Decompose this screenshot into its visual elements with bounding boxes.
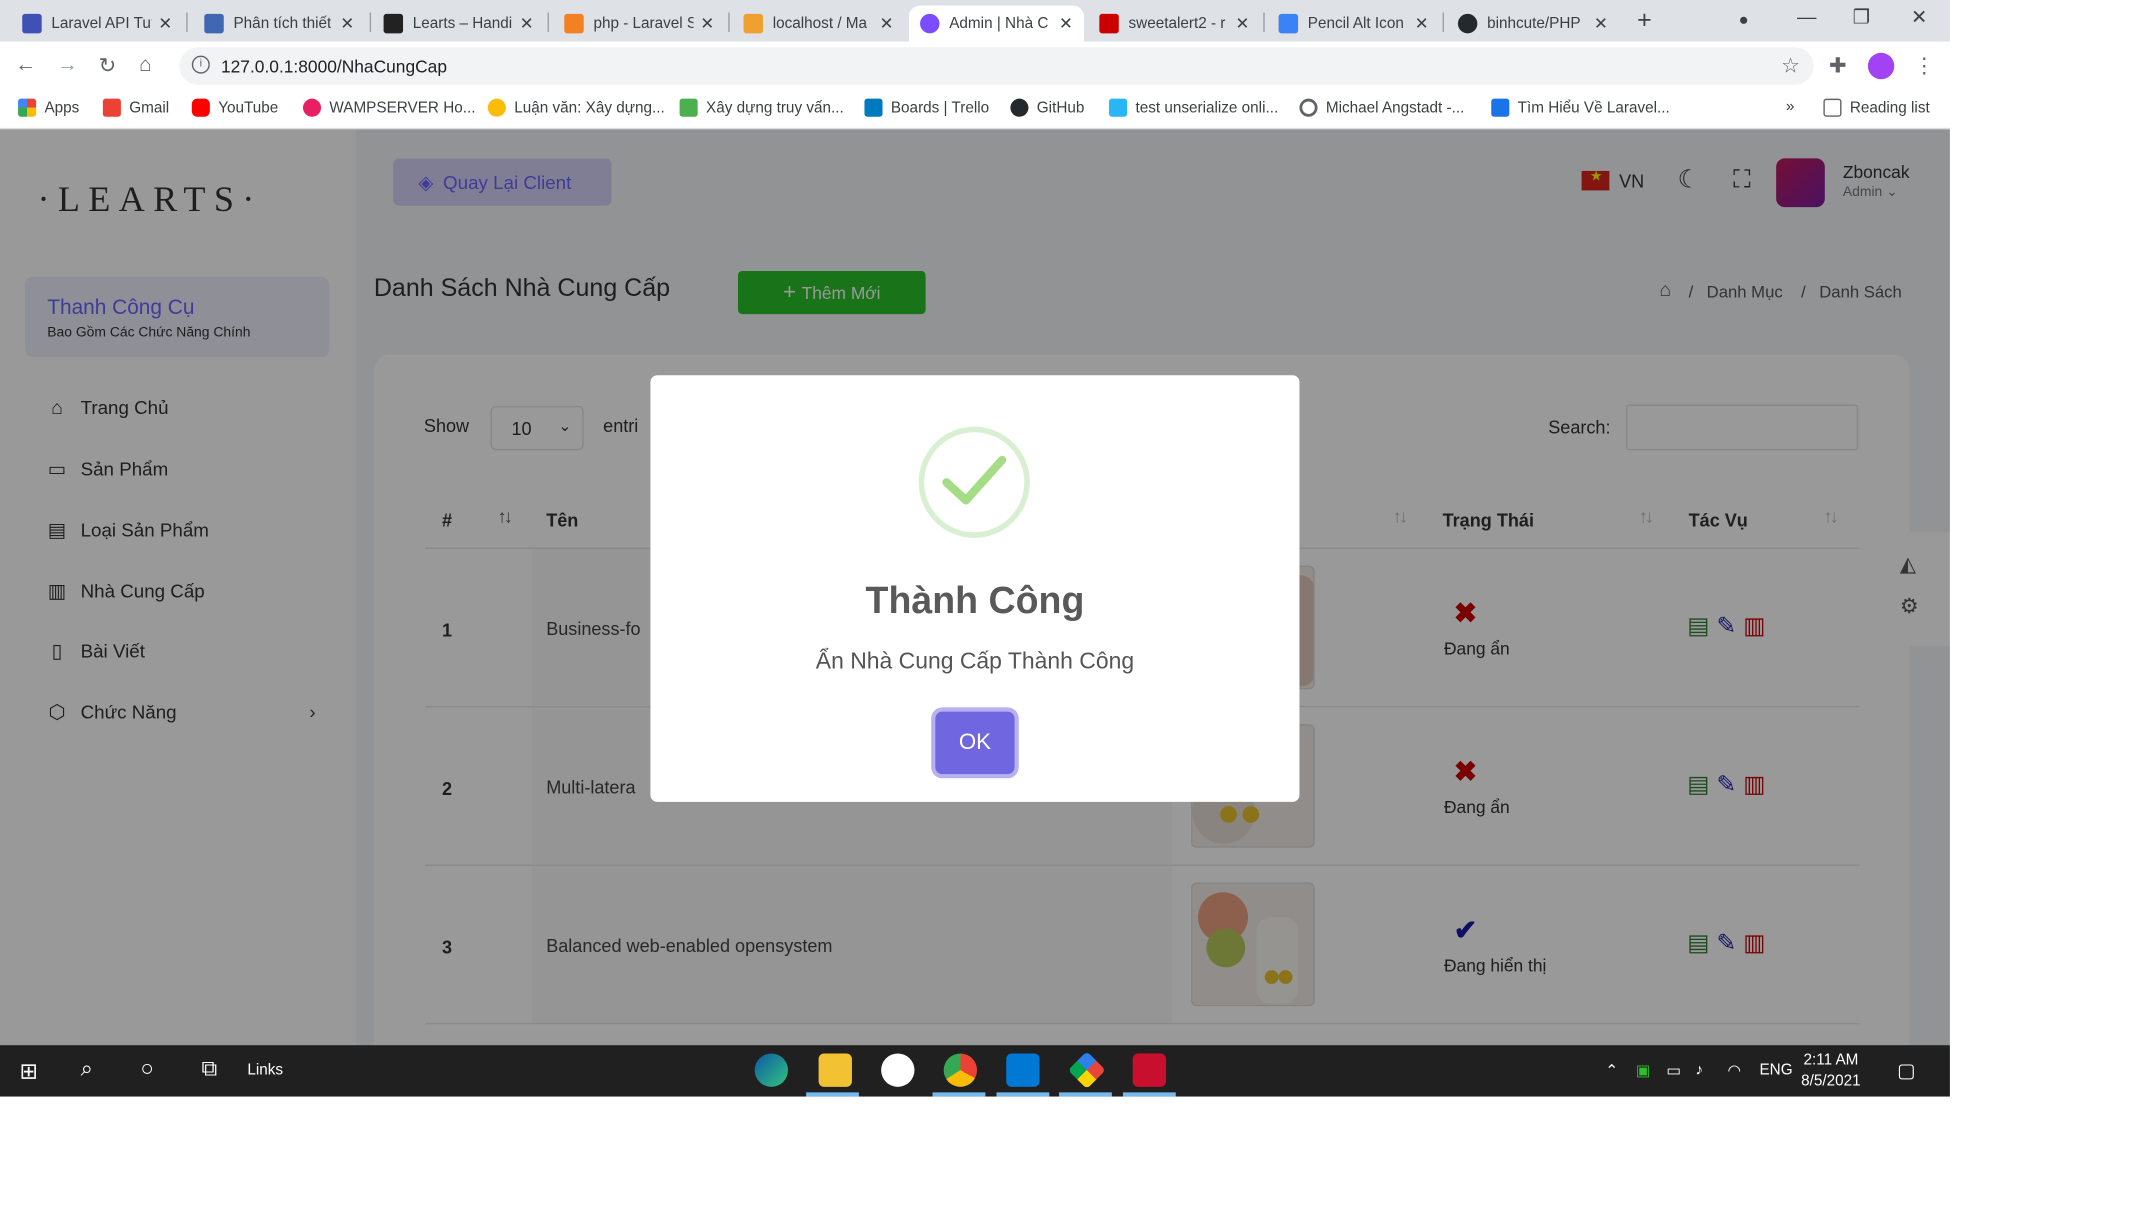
back-icon[interactable]: ← — [15, 53, 36, 77]
input-language[interactable]: ENG — [1759, 1062, 1792, 1079]
bookmark-github[interactable]: GitHub — [1010, 98, 1084, 117]
bookmark-youtube[interactable]: YouTube — [191, 98, 278, 117]
tab-phan-tich[interactable]: Phân tích thiết ✕ — [193, 6, 365, 42]
new-tab-button[interactable]: + — [1637, 6, 1652, 35]
trello-icon — [864, 98, 883, 117]
v-favicon-icon — [204, 13, 224, 34]
bookmark-page-icon — [487, 98, 506, 117]
dialog-title: Thành Công — [865, 579, 1085, 622]
tab-learts[interactable]: Learts – Handi ✕ — [372, 6, 544, 42]
url-text[interactable]: 127.0.0.1:8000/NhaCungCap — [221, 57, 447, 76]
youtube-icon — [191, 98, 210, 117]
task-view-icon[interactable]: ⧉ — [202, 1058, 218, 1083]
extensions-icon[interactable]: ✚ — [1829, 53, 1846, 78]
github-icon — [1010, 98, 1029, 117]
reading-list-icon — [1823, 98, 1842, 117]
bookmark-wampserver[interactable]: WAMPSERVER Ho... — [302, 98, 476, 117]
tab-close-icon[interactable]: ✕ — [700, 14, 714, 33]
apps-grid-icon — [18, 98, 37, 117]
reading-list[interactable]: Reading list — [1823, 98, 1930, 117]
success-check-icon — [918, 426, 1030, 538]
tab-github-binhcute[interactable]: binhcute/PHP ✕ — [1447, 6, 1619, 42]
git-kraken-icon[interactable] — [1067, 1051, 1106, 1090]
tab-pencil-icon[interactable]: Pencil Alt Icon ✕ — [1267, 6, 1439, 42]
learts-favicon-icon — [383, 13, 404, 34]
browser-tab-bar: Laravel API Tut ✕ Phân tích thiết ✕ Lear… — [0, 0, 1950, 42]
chrome-menu-icon[interactable]: ⋮ — [1914, 53, 1935, 78]
tray-app-icon[interactable]: ▣ — [1636, 1062, 1650, 1080]
profile-avatar[interactable] — [1867, 52, 1895, 80]
tab-php-laravel[interactable]: php - Laravel S ✕ — [553, 6, 725, 42]
tab-close-icon[interactable]: ✕ — [880, 14, 894, 33]
edge-icon[interactable] — [754, 1053, 789, 1087]
tab-close-icon[interactable]: ✕ — [520, 14, 534, 33]
gmail-icon — [102, 98, 121, 117]
tab-close-icon[interactable]: ✕ — [1059, 14, 1073, 33]
tab-admin-active[interactable]: Admin | Nhà C ✕ — [908, 5, 1085, 42]
phpmyadmin-favicon-icon — [743, 13, 764, 34]
windows-taskbar: ⊞ ⌕ ○ ⧉ Links ⌃ ▣ ▭ ♪ ◠ ENG 2:11 AM 8/5/2… — [0, 1045, 1950, 1097]
minimize-icon[interactable]: — — [1797, 6, 1816, 28]
bookmark-laravel[interactable]: Tìm Hiểu Về Laravel... — [1491, 98, 1670, 117]
success-dialog: Thành Công Ẩn Nhà Cung Cấp Thành Công OK — [650, 375, 1300, 802]
bookmark-page-icon — [1109, 98, 1128, 117]
vscode-icon[interactable] — [1006, 1053, 1040, 1087]
bookmark-gmail[interactable]: Gmail — [102, 98, 169, 117]
bookmark-unserialize[interactable]: test unserialize onli... — [1109, 98, 1278, 117]
site-info-icon[interactable]: i — [191, 55, 210, 74]
maximize-icon[interactable]: ❐ — [1853, 6, 1870, 30]
windows-start-icon[interactable]: ⊞ — [19, 1058, 38, 1086]
chrome-icon[interactable] — [943, 1053, 978, 1087]
tab-laravel-api[interactable]: Laravel API Tut ✕ — [11, 6, 183, 42]
bookmark-michael[interactable]: Michael Angstadt -... — [1299, 98, 1464, 117]
laravel-favicon-icon — [22, 13, 42, 34]
reload-icon[interactable]: ↻ — [99, 53, 116, 78]
leaf-icon — [679, 98, 698, 117]
tab-close-icon[interactable]: ✕ — [1594, 14, 1608, 33]
cortana-icon[interactable]: ○ — [140, 1058, 153, 1083]
ok-button[interactable]: OK — [935, 711, 1015, 775]
admin-favicon-icon — [920, 13, 940, 34]
file-explorer-icon[interactable] — [818, 1053, 852, 1087]
search-icon[interactable]: ⌕ — [81, 1058, 93, 1083]
notification-icon[interactable]: ▢ — [1897, 1059, 1915, 1083]
home-icon[interactable]: ⌂ — [139, 53, 152, 77]
links-toolbar[interactable]: Links — [247, 1062, 283, 1079]
tab-close-icon[interactable]: ✕ — [340, 14, 354, 33]
more-bookmarks-icon[interactable]: » — [1786, 99, 1795, 116]
github-favicon-icon — [1457, 13, 1478, 34]
address-bar[interactable]: i 127.0.0.1:8000/NhaCungCap ☆ — [179, 47, 1814, 85]
tray-chevron-up-icon[interactable]: ⌃ — [1605, 1062, 1618, 1080]
tab-phpmyadmin[interactable]: localhost / Ma ✕ — [732, 6, 904, 42]
tab-close-icon[interactable]: ✕ — [1415, 14, 1429, 33]
volume-icon[interactable]: ♪ — [1696, 1062, 1704, 1079]
wampserver-icon — [302, 98, 322, 117]
wifi-icon[interactable]: ◠ — [1728, 1062, 1741, 1080]
search-icon — [1299, 98, 1318, 117]
bookmark-star-icon[interactable]: ☆ — [1781, 53, 1800, 78]
tab-close-icon[interactable]: ✕ — [1235, 14, 1249, 33]
battery-icon[interactable]: ▭ — [1666, 1062, 1680, 1080]
tab-close-icon[interactable]: ✕ — [158, 14, 172, 33]
bookmarks-bar: Apps Gmail YouTube WAMPSERVER Ho... Luận… — [0, 90, 1950, 130]
bookmark-trello[interactable]: Boards | Trello — [864, 98, 989, 117]
bookmark-page-icon — [1491, 98, 1510, 117]
tab-sweetalert2[interactable]: sweetalert2 - r ✕ — [1088, 6, 1260, 42]
flag-favicon-icon — [1278, 13, 1299, 34]
tab-search-icon[interactable]: ● — [1739, 10, 1749, 29]
npm-favicon-icon — [1099, 13, 1119, 34]
close-window-icon[interactable]: ✕ — [1911, 6, 1927, 30]
browser-toolbar: ← → ↻ ⌂ i 127.0.0.1:8000/NhaCungCap ☆ ✚ … — [0, 41, 1950, 91]
app-icon[interactable] — [881, 1053, 915, 1087]
taskbar-clock[interactable]: 2:11 AM 8/5/2021 — [1801, 1051, 1861, 1093]
mcafee-icon[interactable] — [1132, 1053, 1167, 1087]
forward-icon[interactable]: → — [57, 53, 78, 77]
bookmark-luan-van[interactable]: Luận văn: Xây dựng... — [487, 98, 665, 117]
bookmark-xay-dung[interactable]: Xây dựng truy vấn... — [679, 98, 844, 117]
dialog-message: Ẩn Nhà Cung Cấp Thành Công — [815, 649, 1135, 675]
bookmark-apps[interactable]: Apps — [18, 98, 79, 117]
stackoverflow-favicon-icon — [564, 13, 584, 34]
